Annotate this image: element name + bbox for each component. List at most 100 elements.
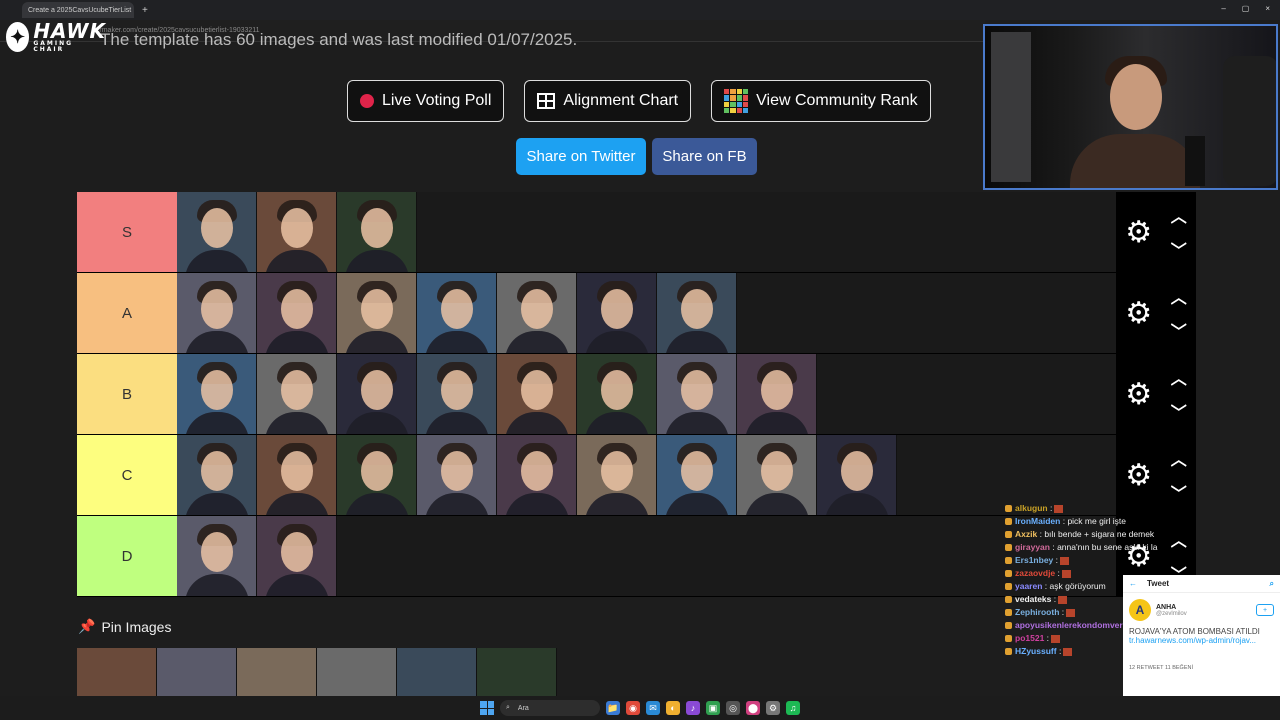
chat-username[interactable]: po1521: [1015, 633, 1044, 643]
tier-image[interactable]: [577, 273, 657, 353]
tier-image[interactable]: [417, 273, 497, 353]
chat-text: :: [1046, 633, 1050, 643]
gear-icon[interactable]: ⚙: [1125, 215, 1152, 250]
taskbar-app-icon[interactable]: ◐: [666, 701, 680, 715]
chat-username[interactable]: zazaovdje: [1015, 568, 1055, 578]
close-window-button[interactable]: ×: [1265, 4, 1270, 13]
chat-username[interactable]: IronMaiden: [1015, 516, 1060, 526]
tier-image[interactable]: [337, 354, 417, 434]
tier-image[interactable]: [177, 516, 257, 596]
tier-image[interactable]: [417, 435, 497, 515]
tier-image[interactable]: [337, 273, 417, 353]
webcam-overlay: [983, 24, 1278, 190]
chat-username[interactable]: Zephirooth: [1015, 607, 1059, 617]
share-fb-button[interactable]: Share on FB: [652, 138, 757, 175]
alignment-chart-button[interactable]: Alignment Chart: [524, 80, 692, 122]
maximize-button[interactable]: ▢: [1242, 4, 1250, 13]
taskbar-app-icon[interactable]: ◎: [726, 701, 740, 715]
live-voting-poll-button[interactable]: Live Voting Poll: [347, 80, 505, 122]
back-arrow-icon[interactable]: ←: [1129, 579, 1137, 588]
chevron-down-icon[interactable]: ﹀: [1171, 318, 1187, 342]
tier-label[interactable]: D: [77, 516, 177, 596]
tier-items: [177, 354, 1196, 434]
chevron-up-icon[interactable]: ︿: [1171, 365, 1187, 389]
tier-image[interactable]: [577, 435, 657, 515]
taskbar-app-icon[interactable]: ♪: [686, 701, 700, 715]
chat-username[interactable]: yaaren: [1015, 581, 1042, 591]
tier-image[interactable]: [657, 435, 737, 515]
new-tab-button[interactable]: +: [142, 5, 148, 16]
chat-username[interactable]: HZyussuff: [1015, 646, 1057, 656]
pinned-image[interactable]: [237, 648, 317, 696]
chevron-up-icon[interactable]: ︿: [1171, 203, 1187, 227]
chevron-up-icon[interactable]: ︿: [1171, 446, 1187, 470]
taskbar-app-icon[interactable]: ⚙: [766, 701, 780, 715]
tier-label[interactable]: C: [77, 435, 177, 515]
taskbar-app-icon[interactable]: ♫: [786, 701, 800, 715]
taskbar-app-icon[interactable]: 📁: [606, 701, 620, 715]
pin-images-heading: 📌 Pin Images: [78, 618, 171, 635]
tier-image[interactable]: [177, 354, 257, 434]
chat-username[interactable]: apoyusikenlerekondomveren: [1015, 620, 1133, 630]
tier-image[interactable]: [577, 354, 657, 434]
tier-image[interactable]: [177, 192, 257, 272]
tier-label[interactable]: S: [77, 192, 177, 272]
taskbar-app-icon[interactable]: ◉: [626, 701, 640, 715]
pinned-image[interactable]: [157, 648, 237, 696]
tier-image[interactable]: [257, 516, 337, 596]
tier-image[interactable]: [337, 192, 417, 272]
tier-image[interactable]: [257, 354, 337, 434]
view-community-rank-button[interactable]: View Community Rank: [711, 80, 931, 122]
chat-username[interactable]: Ers1nbey: [1015, 555, 1053, 565]
chevron-down-icon[interactable]: ﹀: [1171, 399, 1187, 423]
taskbar-app-icon[interactable]: ✉: [646, 701, 660, 715]
tier-image[interactable]: [257, 435, 337, 515]
pinned-image[interactable]: [477, 648, 557, 696]
taskbar-app-icon[interactable]: ⬤: [746, 701, 760, 715]
tier-image[interactable]: [817, 435, 897, 515]
browser-tab[interactable]: Create a 2025CavsUcubeTierList ×: [22, 2, 134, 18]
tweet-author-name[interactable]: ANHA: [1156, 604, 1187, 611]
tier-image[interactable]: [497, 273, 577, 353]
taskbar-search[interactable]: ⌕ Ara: [500, 700, 600, 716]
taskbar-app-icon[interactable]: ▣: [706, 701, 720, 715]
tier-image[interactable]: [497, 354, 577, 434]
tier-image[interactable]: [177, 273, 257, 353]
chat-username[interactable]: vedateks: [1015, 594, 1051, 604]
chevron-down-icon[interactable]: ﹀: [1171, 237, 1187, 261]
tier-image[interactable]: [337, 435, 417, 515]
tier-image[interactable]: [177, 435, 257, 515]
avatar[interactable]: A: [1129, 599, 1151, 621]
search-icon[interactable]: ⌕: [1270, 579, 1274, 589]
gear-icon[interactable]: ⚙: [1125, 377, 1152, 412]
tweet-link[interactable]: tr.hawarnews.com/wp-admin/rojav...: [1123, 636, 1280, 645]
chat-username[interactable]: alkugun: [1015, 503, 1048, 513]
tier-image[interactable]: [657, 273, 737, 353]
tier-image[interactable]: [257, 273, 337, 353]
follow-button[interactable]: +: [1256, 604, 1274, 616]
share-twitter-button[interactable]: Share on Twitter: [516, 138, 646, 175]
chevron-down-icon[interactable]: ﹀: [1171, 480, 1187, 504]
windows-start-icon[interactable]: [480, 701, 494, 715]
minimize-button[interactable]: –: [1221, 4, 1225, 13]
pinned-image[interactable]: [317, 648, 397, 696]
chat-username[interactable]: girayyan: [1015, 542, 1050, 552]
tier-image[interactable]: [737, 354, 817, 434]
webcam-streamer-body: [1070, 134, 1200, 188]
tier-row: B ⚙ ︿ ﹀: [77, 354, 1196, 435]
gear-icon[interactable]: ⚙: [1125, 458, 1152, 493]
tier-label[interactable]: A: [77, 273, 177, 353]
tier-image[interactable]: [417, 354, 497, 434]
chevron-up-icon[interactable]: ︿: [1171, 284, 1187, 308]
tier-image[interactable]: [657, 354, 737, 434]
tier-label[interactable]: B: [77, 354, 177, 434]
chat-badge-icon: [1005, 596, 1012, 604]
pinned-image[interactable]: [397, 648, 477, 696]
gear-icon[interactable]: ⚙: [1125, 296, 1152, 331]
tier-image[interactable]: [497, 435, 577, 515]
chat-username[interactable]: Axzik: [1015, 529, 1037, 539]
pinned-image[interactable]: [77, 648, 157, 696]
tier-image[interactable]: [257, 192, 337, 272]
chat-badge-icon: [1005, 622, 1012, 630]
tier-image[interactable]: [737, 435, 817, 515]
